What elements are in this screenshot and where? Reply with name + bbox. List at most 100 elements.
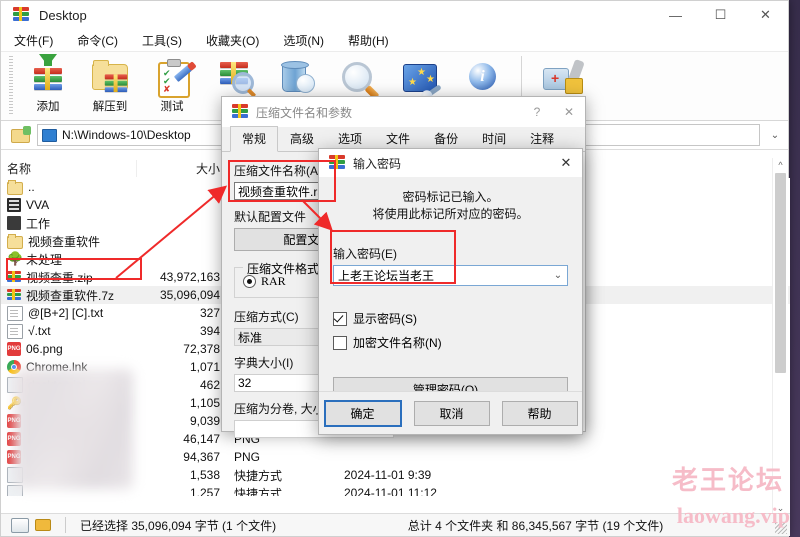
file-size-cell: 1,071 — [189, 360, 220, 374]
file-name-cell: PNG — [1, 414, 136, 428]
png-icon: PNG — [7, 414, 21, 428]
ok-button[interactable]: 确定 — [323, 399, 402, 427]
menu-item-options[interactable]: 选项(N) — [280, 30, 327, 51]
password-input[interactable]: 上老王论坛当老王 ⌄ — [333, 265, 568, 286]
key-icon: 🔑 — [7, 396, 22, 410]
status-selection: 已经选择 35,096,094 字节 (1 个文件) — [1, 517, 341, 534]
maximize-button[interactable]: ☐ — [698, 1, 743, 29]
file-type-cell: 快捷方式 — [234, 468, 283, 483]
rar-icon — [7, 288, 21, 302]
compress-dialog-help-button[interactable]: ? — [521, 97, 553, 127]
table-row[interactable]: 1,257 快捷方式 2024-11-01 11:12 — [1, 484, 790, 496]
status-total-text: 总计 4 个文件夹 和 86,345,567 字节 (19 个文件) — [407, 518, 664, 533]
compress-dialog-title: 压缩文件名和参数 — [256, 105, 353, 120]
show-password-label: 显示密码(S) — [353, 312, 417, 326]
file-name-cell: 工作 — [1, 215, 136, 232]
cancel-button[interactable]: 取消 — [413, 400, 490, 426]
file-size-cell: 94,367 — [183, 450, 220, 464]
file-name-cell: 🌳 未处理 — [1, 251, 136, 268]
key-status-icon[interactable] — [35, 519, 51, 531]
tree-icon: 🌳 — [7, 251, 24, 266]
resize-grip[interactable] — [775, 522, 787, 534]
menu-item-file[interactable]: 文件(F) — [11, 30, 56, 51]
password-dialog: 输入密码 ✕ 密码标记已输入。 将使用此标记所对应的密码。 输入密码(E) 上老… — [318, 148, 583, 435]
file-name-text: 视频查重软件.7z — [26, 288, 115, 303]
txt-icon — [7, 305, 23, 321]
column-header-size[interactable]: 大小 — [136, 159, 228, 177]
file-name-cell: .. — [1, 179, 136, 195]
up-folder-icon[interactable] — [9, 125, 31, 145]
computer-icon — [42, 128, 57, 142]
repair-icon — [539, 56, 585, 96]
compress-dialog-close-button[interactable]: ✕ — [553, 97, 585, 127]
file-name-cell: desktop.ini — [1, 377, 136, 393]
file-name-cell: 🔑 e — [1, 396, 136, 410]
file-date-cell: 2024-11-01 9:39 — [344, 468, 432, 482]
scroll-up-icon[interactable]: ^ — [773, 158, 788, 173]
checkbox-checked-icon — [333, 311, 347, 326]
rar-icon — [7, 270, 21, 284]
password-input-value: 上老王论坛当老王 — [338, 269, 435, 283]
status-bar: 已经选择 35,096,094 字节 (1 个文件) 总计 4 个文件夹 和 8… — [1, 513, 790, 536]
status-selected-text: 已经选择 35,096,094 字节 (1 个文件) — [80, 518, 277, 533]
toolbar-extract-button[interactable]: 解压到 — [79, 52, 141, 118]
file-size-cell: 394 — [199, 324, 220, 338]
column-header-name[interactable]: 名称 — [1, 160, 136, 177]
toolbar-add-button[interactable]: 添加 — [17, 52, 79, 118]
file-name-cell: PNG — [1, 450, 136, 464]
file-name-cell: 视频查重软件.7z — [1, 287, 136, 304]
file-list-scrollbar[interactable]: ^ ⌄ — [772, 158, 788, 516]
file-name-cell — [1, 467, 136, 483]
file-size-cell: 46,147 — [183, 432, 220, 446]
menu-item-help[interactable]: 帮助(H) — [345, 30, 392, 51]
menu-bar: 文件(F) 命令(C) 工具(S) 收藏夹(O) 选项(N) 帮助(H) — [1, 29, 788, 51]
png-icon: PNG — [7, 342, 21, 356]
toolbar-test-label: 测试 — [160, 101, 184, 113]
scrollbar-thumb[interactable] — [775, 173, 786, 373]
help-button[interactable]: 帮助 — [501, 400, 578, 426]
find-icon — [336, 56, 380, 96]
tab-general[interactable]: 常规 — [230, 126, 279, 152]
file-size-cell: 43,972,163 — [159, 270, 220, 284]
png-icon: PNG — [7, 432, 21, 446]
password-dialog-footer: 确定 取消 帮助 — [319, 391, 582, 434]
toolbar-add-label: 添加 — [36, 101, 60, 113]
toolbar-grip[interactable] — [9, 56, 13, 114]
password-dialog-body: 输入密码(E) 上老王论坛当老王 ⌄ 显示密码(S) 加密文件名称(N) 管理密… — [319, 245, 582, 401]
dark-folder-icon — [7, 216, 21, 230]
file-name-text: Chrome.lnk — [26, 360, 88, 374]
file-name-cell: 视频查重.zip — [1, 269, 136, 286]
file-name-text: 工作 — [26, 216, 51, 231]
file-name-text: @[B+2] [C].txt — [28, 306, 104, 320]
password-note-line1: 密码标记已输入。 — [402, 190, 499, 204]
file-size-cell: 327 — [199, 306, 220, 320]
table-row[interactable]: 1,538 快捷方式 2024-11-01 9:39 — [1, 466, 790, 484]
encrypt-filenames-checkbox[interactable]: 加密文件名称(N) — [333, 334, 568, 351]
toolbar-test-button[interactable]: ✔ ✔ ✘ 测试 — [141, 52, 203, 118]
shortcut-icon — [7, 485, 23, 496]
view-archive-icon — [212, 56, 256, 96]
file-size-cell: 462 — [199, 378, 220, 392]
table-row[interactable]: PNG 94,367 PNG — [1, 448, 790, 466]
archive-format-label: 压缩文件格式 — [243, 260, 324, 277]
file-size-cell: 1,257 — [189, 486, 220, 496]
add-archive-icon — [26, 54, 70, 96]
file-name-cell: PNG 06.png — [1, 342, 136, 356]
show-password-checkbox[interactable]: 显示密码(S) — [333, 310, 568, 327]
menu-item-commands[interactable]: 命令(C) — [74, 30, 121, 51]
chevron-down-icon[interactable]: ⌄ — [549, 270, 567, 281]
file-name-cell: @[B+2] [C].txt — [1, 305, 136, 321]
encrypt-filenames-label: 加密文件名称(N) — [353, 336, 442, 350]
file-size-cell: 1,538 — [189, 468, 220, 482]
winrar-app-icon — [329, 154, 345, 172]
close-button[interactable]: ✕ — [743, 1, 788, 29]
password-dialog-close-button[interactable]: ✕ — [550, 149, 582, 177]
address-dropdown-icon[interactable]: ⌄ — [766, 130, 784, 141]
toolbar-extract-label: 解压到 — [92, 101, 128, 113]
menu-item-favorites[interactable]: 收藏夹(O) — [203, 30, 262, 51]
file-name-text: .. — [28, 180, 35, 194]
file-name-text: 视频查重.zip — [26, 270, 93, 285]
minimize-button[interactable]: — — [653, 1, 698, 29]
file-type-cell: 快捷方式 — [234, 486, 283, 497]
menu-item-tools[interactable]: 工具(S) — [139, 30, 185, 51]
